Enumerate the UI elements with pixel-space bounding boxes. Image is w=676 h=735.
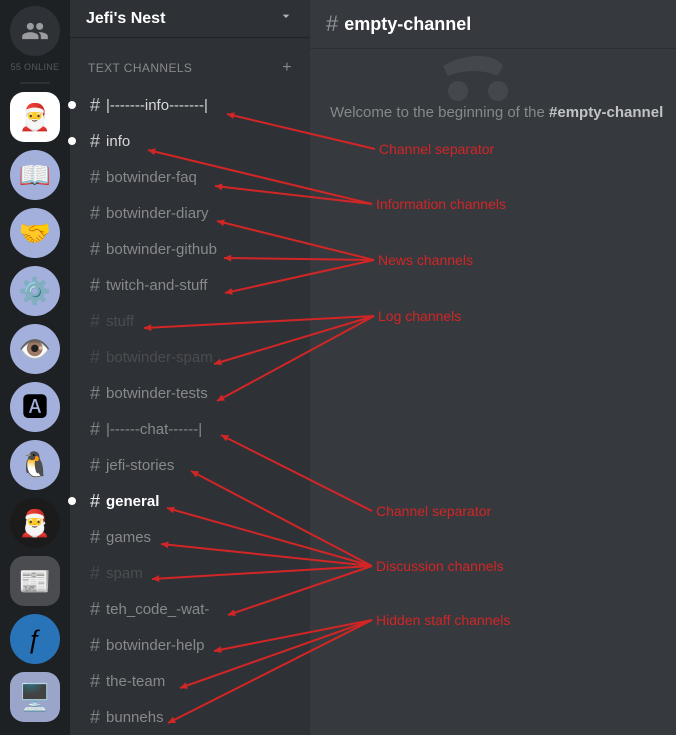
hash-icon: # [90, 95, 100, 116]
guild-avatar-icon: 🐧 [19, 452, 51, 478]
guild-avatar-icon: 🖥️ [19, 684, 51, 710]
hash-icon: # [90, 239, 100, 260]
guild-avatar-icon: 🎅 [19, 104, 51, 130]
channel-item[interactable]: # |------chat------| [70, 411, 310, 447]
channel-item[interactable]: # botwinder-diary [70, 195, 310, 231]
channel-list: # |-------info-------| # info # botwinder-faq… [70, 83, 310, 735]
hash-icon: # [90, 527, 100, 548]
hash-icon: # [90, 491, 100, 512]
channel-item[interactable]: # botwinder-faq [70, 159, 310, 195]
hash-icon: # [90, 707, 100, 728]
category-label: TEXT CHANNELS [88, 61, 192, 75]
channel-item[interactable]: # info [70, 123, 310, 159]
online-count: 55 ONLINE [11, 62, 60, 72]
channel-category-header: TEXT CHANNELS + [70, 37, 310, 83]
guild-avatar-icon: 📖 [19, 162, 51, 188]
guild-avatar-icon: 🎅 [19, 510, 51, 536]
channel-item[interactable]: # bunnehs [70, 699, 310, 735]
channel-item[interactable]: # games [70, 519, 310, 555]
channel-name: botwinder-tests [106, 385, 208, 402]
channel-name: jefi-stories [106, 457, 174, 474]
channel-name: teh_code_-wat- [106, 601, 209, 618]
channel-item[interactable]: # general [70, 483, 310, 519]
chevron-down-icon [278, 8, 294, 29]
channel-sidebar: Jefi's Nest TEXT CHANNELS + # |-------inf… [70, 0, 310, 735]
guild-separator [20, 82, 50, 84]
channel-item[interactable]: # teh_code_-wat- [70, 591, 310, 627]
home-button[interactable] [10, 6, 60, 56]
channel-name: the-team [106, 673, 165, 690]
channel-name: |------chat------| [106, 421, 202, 438]
hash-icon: # [326, 11, 338, 37]
channel-item[interactable]: # spam [70, 555, 310, 591]
guild-icon[interactable]: ƒ [10, 614, 60, 664]
channel-item[interactable]: # stuff [70, 303, 310, 339]
friends-icon [21, 17, 49, 45]
guild-icon[interactable]: 📖 [10, 150, 60, 200]
channel-item[interactable]: # |-------info-------| [70, 87, 310, 123]
channel-item[interactable]: # jefi-stories [70, 447, 310, 483]
guild-icon[interactable]: 👁️ [10, 324, 60, 374]
channel-name: botwinder-help [106, 637, 204, 654]
channel-item[interactable]: # botwinder-github [70, 231, 310, 267]
channel-item[interactable]: # botwinder-help [70, 627, 310, 663]
channel-name: botwinder-spam [106, 349, 213, 366]
hash-icon: # [90, 131, 100, 152]
guild-avatar-icon: 👁️ [19, 336, 51, 362]
server-header[interactable]: Jefi's Nest [70, 0, 310, 37]
channel-header: # empty-channel [310, 0, 676, 48]
chat-area: # empty-channel Welcome to the beginning… [310, 0, 676, 735]
hash-icon: # [90, 599, 100, 620]
channel-item[interactable]: # twitch-and-stuff [70, 267, 310, 303]
hash-icon: # [90, 167, 100, 188]
hash-icon: # [90, 563, 100, 584]
channel-item[interactable]: # botwinder-spam [70, 339, 310, 375]
channel-name: stuff [106, 313, 134, 330]
channel-name: general [106, 493, 159, 510]
channel-name: spam [106, 565, 143, 582]
guild-icon[interactable]: ⚙️ [10, 266, 60, 316]
channel-name: bunnehs [106, 709, 164, 726]
server-name: Jefi's Nest [86, 10, 165, 28]
guild-icon[interactable]: 🎅 [10, 498, 60, 548]
hash-icon: # [90, 203, 100, 224]
message-area: Welcome to the beginning of the #empty-c… [310, 48, 676, 735]
channel-title: empty-channel [344, 14, 471, 35]
guild-avatar-icon: ƒ [28, 626, 42, 652]
channel-item[interactable]: # the-team [70, 663, 310, 699]
guild-icon[interactable]: 🤝 [10, 208, 60, 258]
guild-icon[interactable]: 🅰 [10, 382, 60, 432]
guild-icon[interactable]: 🎅 [10, 92, 60, 142]
channel-name: twitch-and-stuff [106, 277, 207, 294]
hash-icon: # [90, 455, 100, 476]
add-channel-button[interactable]: + [282, 59, 292, 77]
guild-icon[interactable]: 📰 [10, 556, 60, 606]
hash-icon: # [90, 347, 100, 368]
channel-name: |-------info-------| [106, 97, 208, 114]
hash-icon: # [90, 383, 100, 404]
hash-icon: # [90, 671, 100, 692]
guild-list: 55 ONLINE 🎅 📖 🤝 ⚙️ 👁️ 🅰 🐧 🎅 📰 ƒ 🖥️ [0, 0, 70, 735]
hash-icon: # [90, 635, 100, 656]
channel-name: games [106, 529, 151, 546]
channel-name: botwinder-faq [106, 169, 197, 186]
hash-icon: # [90, 311, 100, 332]
guild-avatar-icon: 🅰 [22, 394, 48, 420]
welcome-channel-name: #empty-channel [549, 104, 663, 121]
hash-icon: # [90, 275, 100, 296]
guild-avatar-icon: 📰 [19, 568, 51, 594]
guild-avatar-icon: ⚙️ [19, 278, 51, 304]
discord-watermark-icon [433, 56, 553, 136]
channel-name: botwinder-diary [106, 205, 209, 222]
hash-icon: # [90, 419, 100, 440]
guild-icon[interactable]: 🐧 [10, 440, 60, 490]
guild-icon[interactable]: 🖥️ [10, 672, 60, 722]
channel-item[interactable]: # botwinder-tests [70, 375, 310, 411]
guild-avatar-icon: 🤝 [19, 220, 51, 246]
channel-name: botwinder-github [106, 241, 217, 258]
channel-name: info [106, 133, 130, 150]
